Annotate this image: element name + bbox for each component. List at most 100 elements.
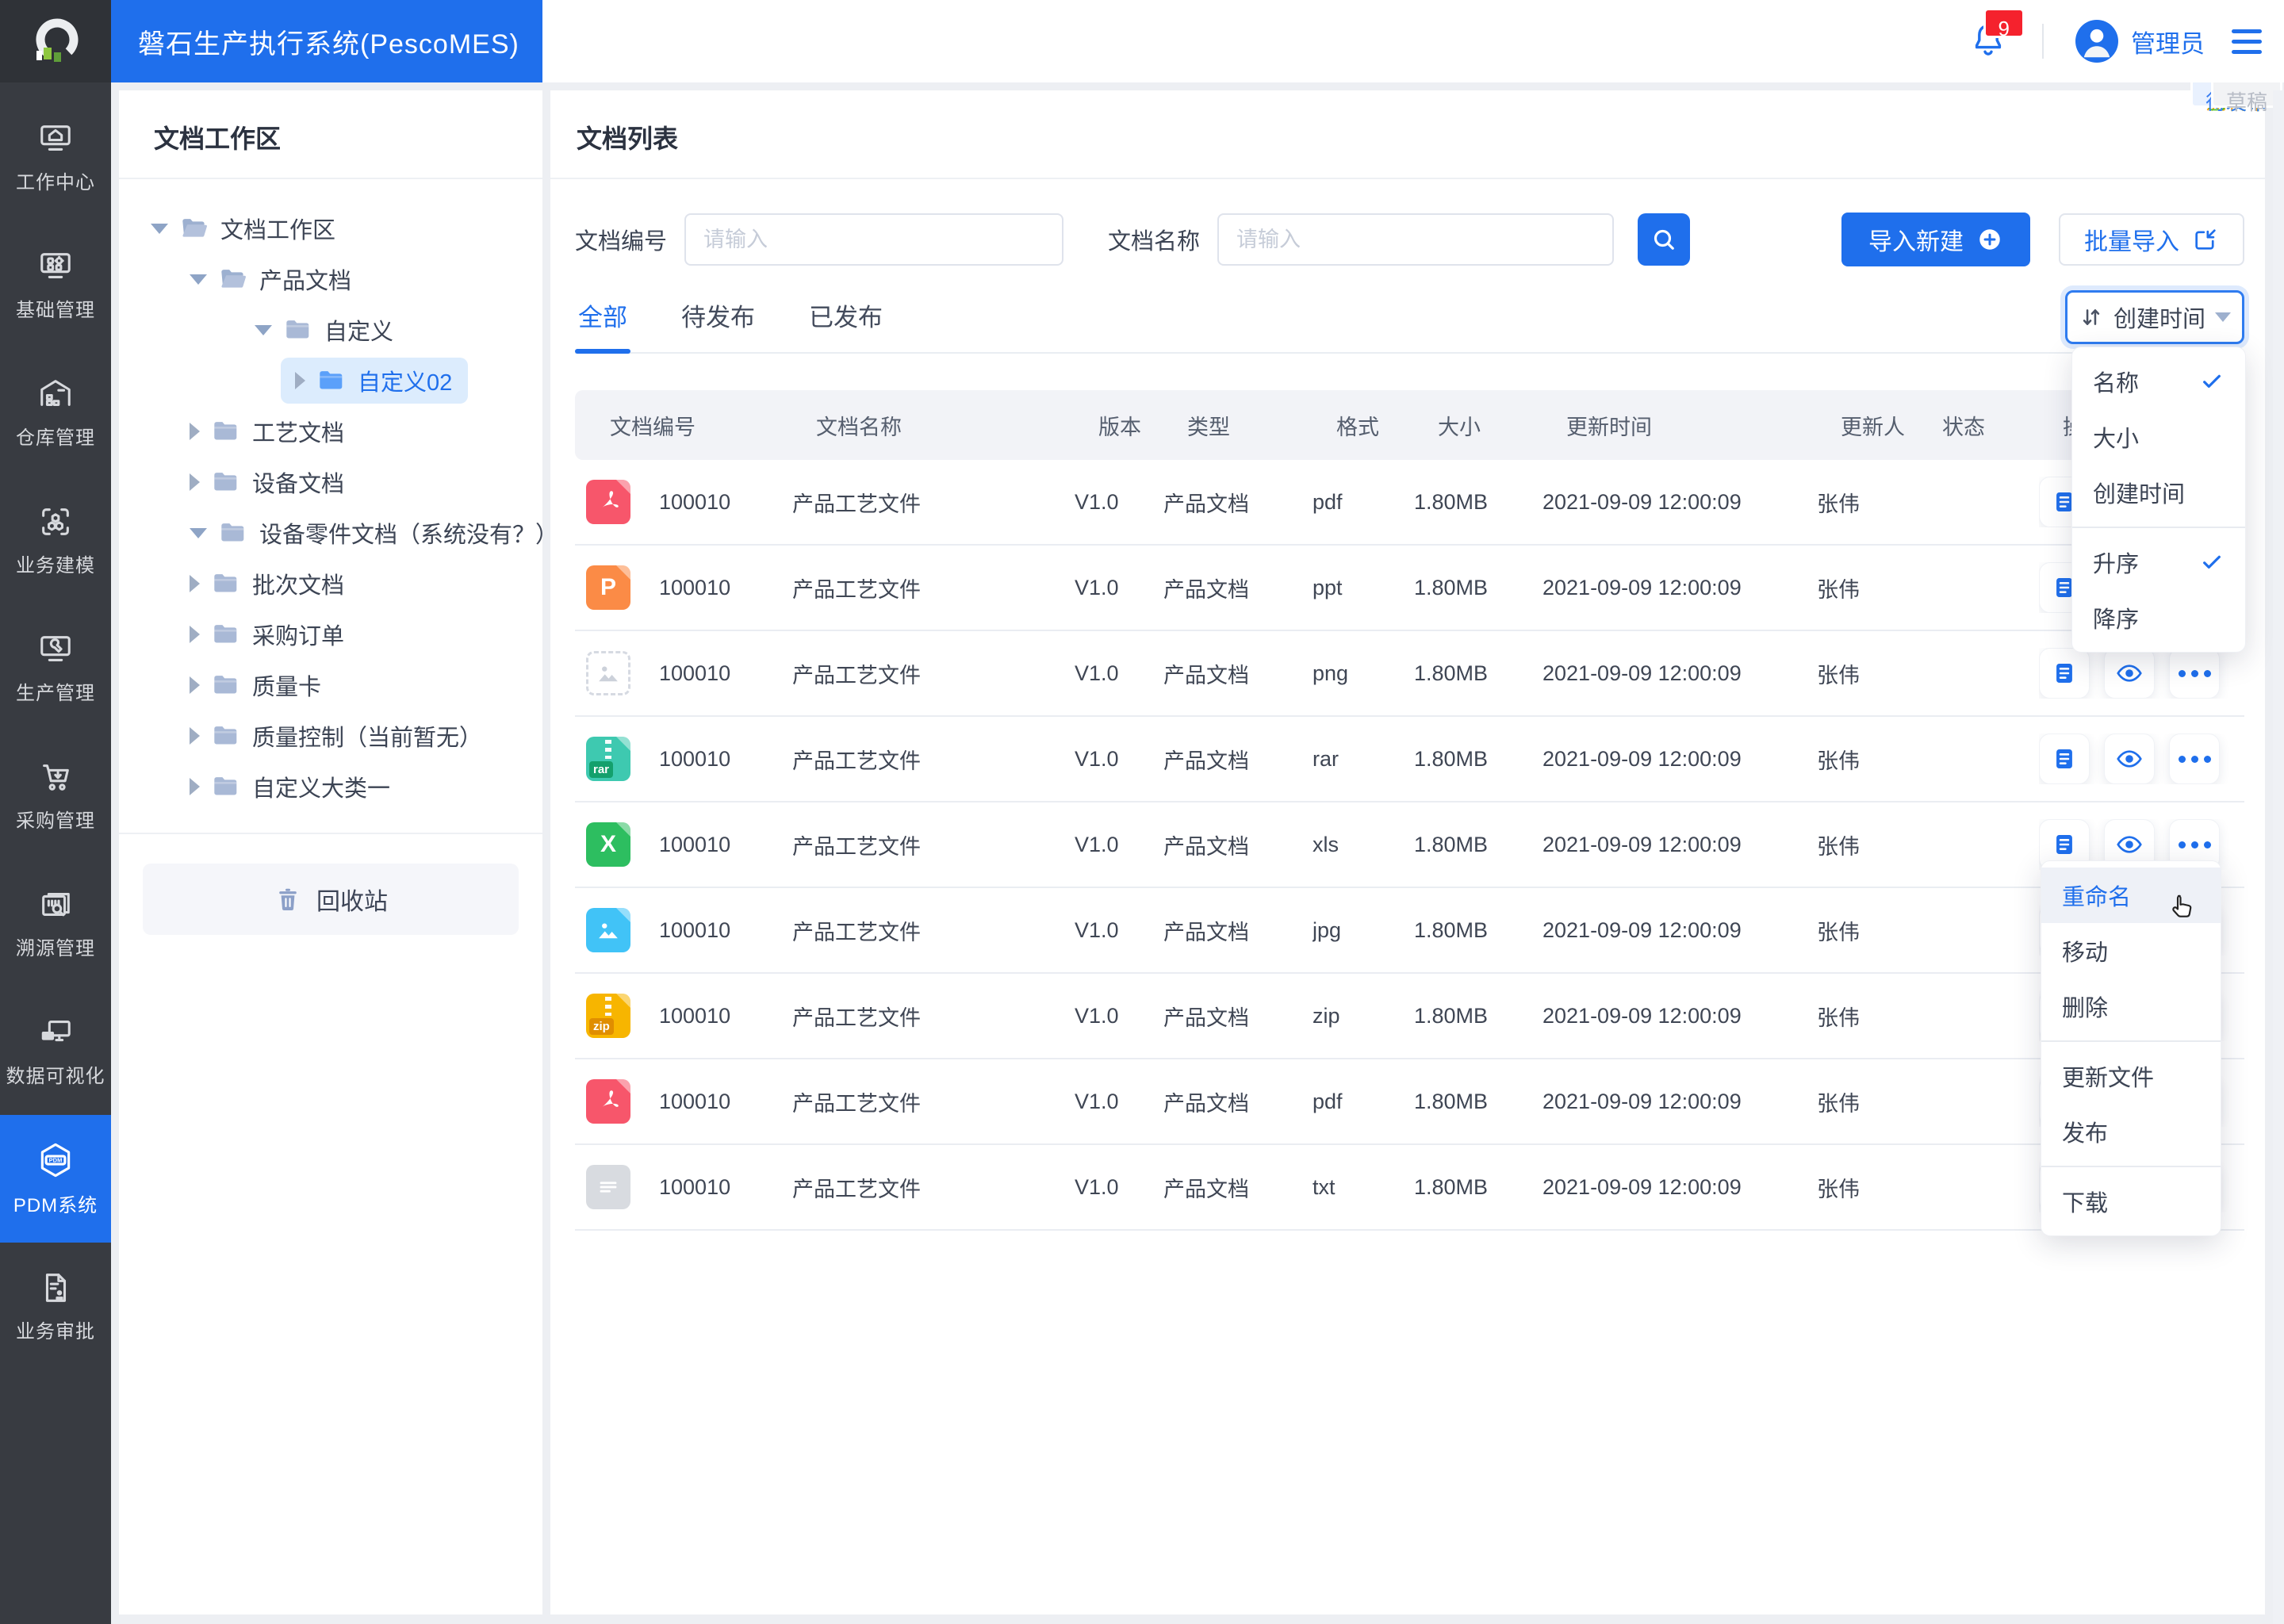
sort-button-label: 创建时间 xyxy=(2113,307,2205,332)
doc-name: 产品工艺文件 xyxy=(792,577,921,602)
sidebar-item[interactable]: PDM PDM系统 xyxy=(0,1115,111,1243)
tree-caret-icon[interactable] xyxy=(190,727,200,745)
eye-icon xyxy=(2117,750,2142,768)
doc-size: 1.80MB xyxy=(1414,1174,1489,1199)
doc-format: pdf xyxy=(1313,1089,1343,1113)
menu-divider xyxy=(2041,1040,2221,1042)
file-type-icon xyxy=(586,651,630,695)
table-row[interactable]: 100010 产品工艺文件 V1.0 产品文档 txt 1.80MB 2021-… xyxy=(575,78,2282,1231)
document-list-panel: 文档列表 文档编号 文档名称 导入新建 批量导入 全部 待发布 xyxy=(550,78,2282,1614)
table-row[interactable]: 100010 产品工艺文件 V1.0 产品文档 pdf 1.80MB 2021-… xyxy=(575,78,2282,1145)
tree-caret-icon[interactable] xyxy=(190,676,200,694)
folder-icon xyxy=(213,776,240,798)
tree-caret-icon[interactable] xyxy=(190,423,200,440)
plus-circle-icon xyxy=(1979,229,2000,250)
table-row[interactable]: zip 100010 产品工艺文件 V1.0 产品文档 zip 1.80MB 2… xyxy=(575,78,2282,1059)
col-version: 版本 xyxy=(1098,415,1141,439)
sort-menu-item[interactable]: 大小 xyxy=(2072,409,2245,465)
context-menu-item[interactable]: 重命名 xyxy=(2041,868,2221,923)
more-actions-button[interactable] xyxy=(2169,648,2220,699)
sort-menu-item[interactable]: 降序 xyxy=(2072,590,2245,645)
main-sidebar: 工作中心 基础管理 仓库管理 业务建模 生产管理 采购管理 溯源管理 数据可视化… xyxy=(0,82,111,1624)
sidebar-item[interactable]: 仓库管理 xyxy=(0,349,111,477)
tree-caret-icon[interactable] xyxy=(190,575,200,592)
preview-button[interactable] xyxy=(2104,648,2155,699)
sort-menu-item[interactable]: 创建时间 xyxy=(2072,465,2245,520)
table-row[interactable]: rar 100010 产品工艺文件 V1.0 产品文档 rar 1.80MB 2… xyxy=(575,78,2282,802)
tab[interactable]: 已发布 xyxy=(806,297,886,352)
sidebar-item[interactable]: 基础管理 xyxy=(0,221,111,349)
doc-format: rar xyxy=(1313,746,1339,771)
tab[interactable]: 待发布 xyxy=(678,297,758,352)
doc-type: 产品文档 xyxy=(1163,920,1249,944)
notification-button[interactable]: 9 xyxy=(1969,7,2025,63)
sort-menu-item[interactable]: 升序 xyxy=(2072,534,2245,590)
row-context-menu: 重命名 移动 删除 更新文件 发布 下载 xyxy=(2041,860,2221,1236)
context-menu-item[interactable]: 更新文件 xyxy=(2041,1048,2221,1104)
sort-menu-item[interactable]: 名称 xyxy=(2072,354,2245,409)
sidebar-item[interactable]: 工作中心 xyxy=(0,94,111,221)
tree-caret-icon[interactable] xyxy=(190,527,207,538)
doc-no-input[interactable] xyxy=(684,213,1064,266)
tree-node[interactable]: 文档工作区 xyxy=(119,203,542,254)
table-row[interactable]: X 100010 产品工艺文件 V1.0 产品文档 xls 1.80MB 202… xyxy=(575,78,2282,888)
sidebar-item[interactable]: 溯源管理 xyxy=(0,860,111,987)
doc-format: xls xyxy=(1313,832,1339,856)
tree-node[interactable]: 产品文档 xyxy=(119,254,542,304)
folder-icon xyxy=(318,370,345,392)
tree-caret-icon[interactable] xyxy=(190,778,200,795)
tree-caret-icon[interactable] xyxy=(151,223,168,234)
sidebar-item[interactable]: 业务建模 xyxy=(0,477,111,604)
avatar[interactable] xyxy=(2075,20,2118,63)
context-menu-item[interactable]: 移动 xyxy=(2041,923,2221,979)
sidebar-item[interactable]: 采购管理 xyxy=(0,732,111,860)
detail-button[interactable] xyxy=(2039,648,2090,699)
search-icon xyxy=(1654,229,1674,250)
tree-node[interactable]: 质量控制（当前暂无） xyxy=(119,710,542,761)
menu-toggle-button[interactable] xyxy=(2232,29,2262,54)
tree-caret-icon[interactable] xyxy=(190,626,200,643)
tree-node[interactable]: 设备文档 xyxy=(119,457,542,508)
tree-node[interactable]: 自定义 xyxy=(119,304,542,355)
table-row[interactable]: 100010 产品工艺文件 V1.0 产品文档 jpg 1.80MB 2021-… xyxy=(575,78,2282,974)
recycle-bin-button[interactable]: 回收站 xyxy=(143,864,519,935)
context-menu-item[interactable]: 删除 xyxy=(2041,979,2221,1034)
tree-node[interactable]: 批次文档 xyxy=(119,558,542,609)
doc-size: 1.80MB xyxy=(1414,575,1489,599)
import-new-button[interactable]: 导入新建 xyxy=(1841,213,2030,266)
app-logo[interactable] xyxy=(0,0,111,82)
sidebar-item[interactable]: 业务审批 xyxy=(0,1243,111,1370)
tree-node[interactable]: 采购订单 xyxy=(119,609,542,660)
sort-button[interactable]: 创建时间 xyxy=(2065,290,2244,344)
context-menu-item[interactable]: 发布 xyxy=(2041,1104,2221,1159)
tree-caret-icon[interactable] xyxy=(255,324,272,335)
tree-caret-icon[interactable] xyxy=(190,473,200,491)
tree-node[interactable]: 质量卡 xyxy=(119,660,542,710)
page-scrollbar[interactable] xyxy=(2273,90,2284,1624)
user-name[interactable]: 管理员 xyxy=(2131,24,2205,59)
table-row[interactable]: P 100010 产品工艺文件 V1.0 产品文档 ppt 1.80MB 202… xyxy=(575,78,2282,631)
detail-button[interactable] xyxy=(2039,733,2090,784)
table-row[interactable]: 100010 产品工艺文件 V1.0 产品文档 png 1.80MB 2021-… xyxy=(575,78,2282,717)
table-row[interactable]: 100010 产品工艺文件 V1.0 产品文档 pdf 1.80MB 2021-… xyxy=(575,78,2282,546)
doc-name-input[interactable] xyxy=(1217,213,1615,266)
sidebar-item[interactable]: 生产管理 xyxy=(0,604,111,732)
batch-import-button[interactable]: 批量导入 xyxy=(2059,213,2244,266)
sidebar-item[interactable]: 数据可视化 xyxy=(0,987,111,1115)
tree-caret-icon[interactable] xyxy=(295,372,305,389)
tree-node[interactable]: 设备零件文档（系统没有？） xyxy=(119,508,558,558)
doc-size: 1.80MB xyxy=(1414,746,1489,771)
tree-caret-icon[interactable] xyxy=(190,274,207,285)
tree-node[interactable]: 工艺文档 xyxy=(119,406,542,457)
preview-button[interactable] xyxy=(2104,733,2155,784)
more-actions-button[interactable] xyxy=(2169,733,2220,784)
doc-updated: 2021-09-09 12:00:09 xyxy=(1542,746,1742,771)
context-menu-item[interactable]: 下载 xyxy=(2041,1174,2221,1229)
pdm-icon: PDM xyxy=(40,1143,71,1178)
tree-node[interactable]: 自定义02 xyxy=(119,355,542,406)
search-button[interactable] xyxy=(1638,213,1691,266)
tab[interactable]: 全部 xyxy=(575,297,630,354)
doc-no: 100010 xyxy=(659,917,731,942)
tree-node[interactable]: 自定义大类一 xyxy=(119,761,542,812)
burger-bar xyxy=(2232,39,2262,44)
